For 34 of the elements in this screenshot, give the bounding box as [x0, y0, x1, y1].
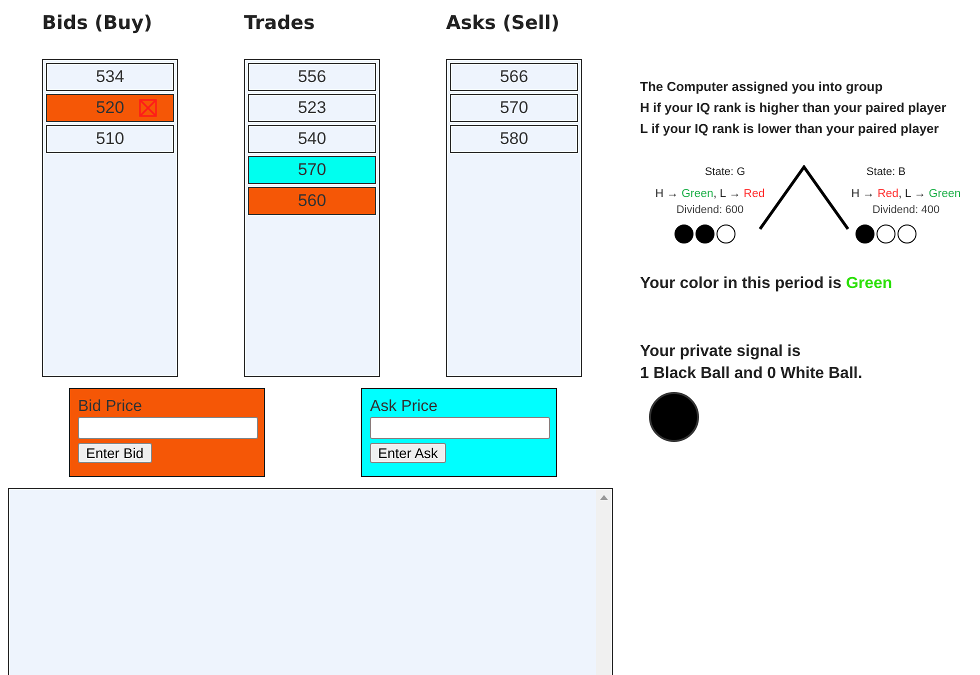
- signal-text: Your private signal is: [640, 342, 802, 362]
- price-item[interactable]: 570: [248, 156, 376, 184]
- state-label: State: B: [866, 165, 906, 179]
- scrollbar[interactable]: [596, 489, 612, 675]
- price-item[interactable]: 560: [248, 187, 376, 215]
- price-item[interactable]: 556: [248, 63, 376, 91]
- color-rule-text: H → Green, L → Red: [655, 188, 765, 200]
- signal-text: 1 Black Ball and 0 White Ball.: [640, 364, 864, 384]
- scroll-up-icon[interactable]: [600, 495, 608, 500]
- price-input[interactable]: [78, 417, 258, 439]
- price-item[interactable]: 520: [46, 94, 174, 122]
- column-heading: Trades: [244, 12, 316, 36]
- info-text: The Computer assigned you into group: [640, 78, 884, 96]
- price-item[interactable]: 540: [248, 125, 376, 153]
- color-rule-text: H → Red, L → Green: [851, 188, 961, 200]
- price-item[interactable]: 580: [450, 125, 578, 153]
- dividend-text: Dividend: 400: [872, 204, 940, 216]
- submit-button[interactable]: Enter Ask: [370, 443, 446, 463]
- info-text: L if your IQ rank is lower than your paired player: [640, 120, 940, 138]
- price-item[interactable]: 534: [46, 63, 174, 91]
- price-item[interactable]: 566: [450, 63, 578, 91]
- price-label: Ask Price: [370, 397, 438, 417]
- info-text: H if your IQ rank is higher than your paired player: [640, 99, 948, 117]
- submit-button[interactable]: Enter Bid: [78, 443, 152, 463]
- dividend-text: Dividend: 600: [676, 204, 744, 216]
- price-input[interactable]: [370, 417, 550, 439]
- price-item[interactable]: 523: [248, 94, 376, 122]
- color-statement: Your color in this period is Green: [640, 275, 894, 293]
- price-label: Bid Price: [78, 397, 142, 417]
- column-heading: Asks (Sell): [446, 12, 561, 36]
- column-heading: Bids (Buy): [42, 12, 154, 36]
- price-item[interactable]: 570: [450, 94, 578, 122]
- price-item[interactable]: 510: [46, 125, 174, 153]
- state-label: State: G: [704, 165, 746, 179]
